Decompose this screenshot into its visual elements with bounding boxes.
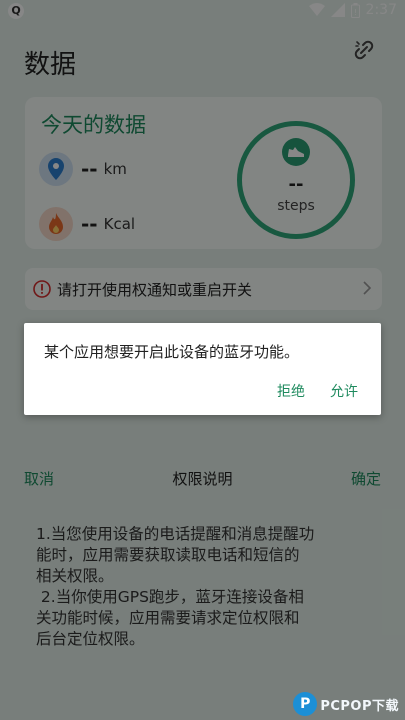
bluetooth-dialog: 某个应用想要开启此设备的蓝牙功能。 拒绝 允许 [24, 323, 381, 415]
dialog-message: 某个应用想要开启此设备的蓝牙功能。 [44, 343, 300, 361]
deny-button[interactable]: 拒绝 [277, 381, 305, 401]
watermark: P PCPOP下载 [293, 692, 399, 716]
watermark-logo: P [293, 692, 318, 716]
allow-button[interactable]: 允许 [330, 381, 358, 401]
watermark-text: PCPOP下载 [320, 698, 399, 714]
